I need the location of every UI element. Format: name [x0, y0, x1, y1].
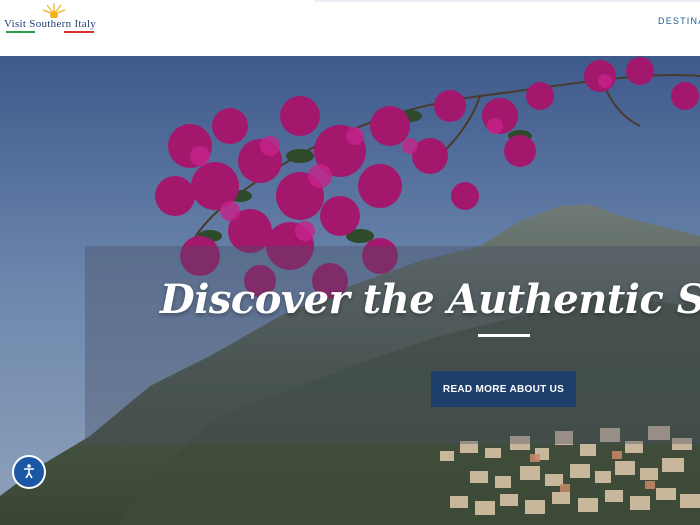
hero-title: Discover the Authentic Soul of South — [160, 276, 700, 323]
italian-flag-stripe — [6, 31, 94, 33]
sun-icon — [42, 3, 66, 18]
header-divider — [315, 0, 700, 2]
site-logo[interactable]: Visit Southern Italy — [4, 2, 100, 36]
logo-text: Visit Southern Italy — [4, 18, 97, 30]
read-more-button[interactable]: READ MORE ABOUT US — [431, 371, 576, 407]
hero-section: Discover the Authentic Soul of South REA… — [0, 56, 700, 525]
accessibility-icon[interactable] — [12, 455, 46, 489]
site-header: Visit Southern Italy DESTINA — [0, 0, 700, 56]
nav-item-destinations[interactable]: DESTINA — [658, 16, 700, 26]
title-underline — [478, 334, 530, 337]
